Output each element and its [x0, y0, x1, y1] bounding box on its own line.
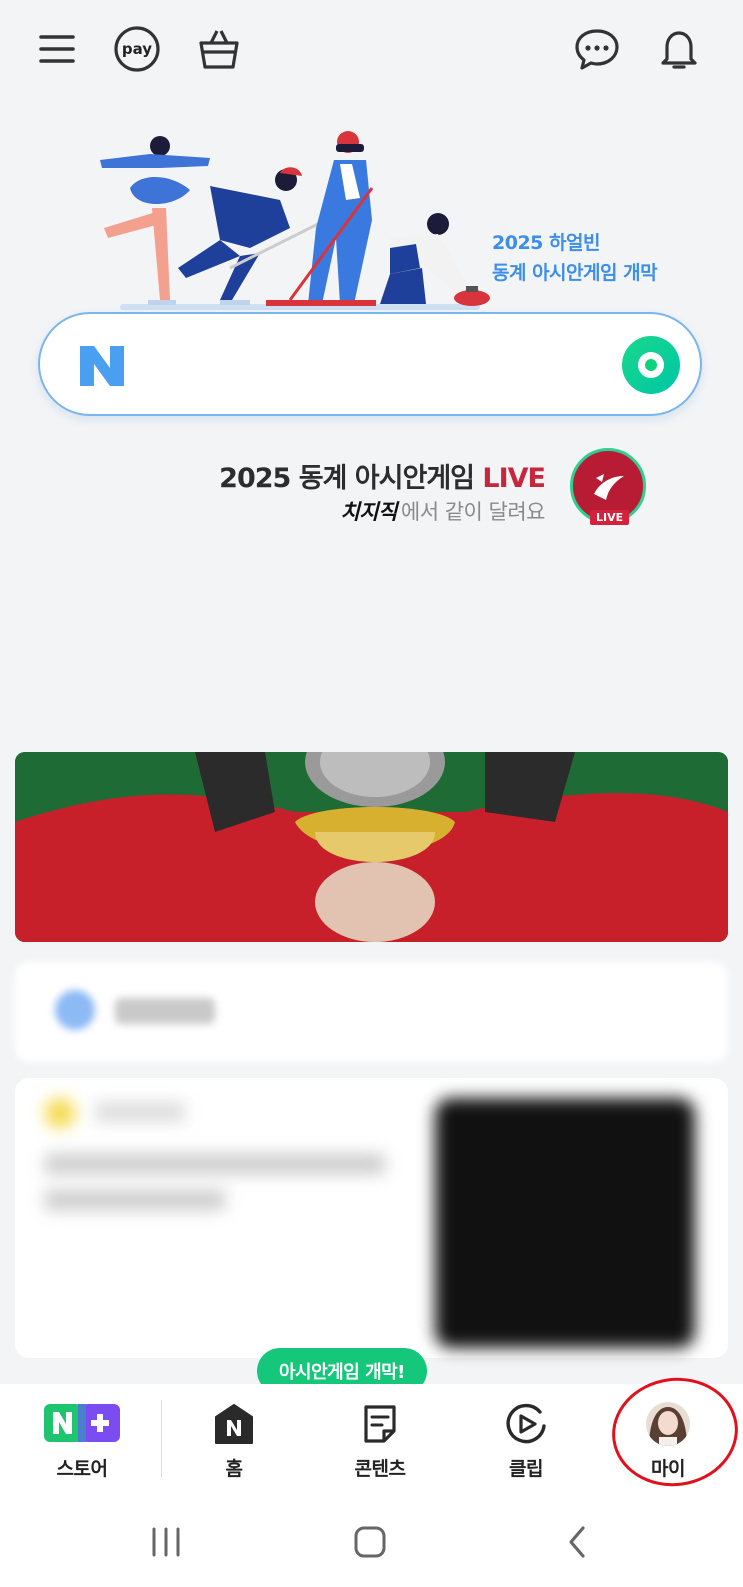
chat-bubble-icon[interactable] — [570, 22, 624, 76]
home-icon — [184, 1402, 284, 1446]
system-nav-bar — [0, 1494, 743, 1587]
promo-title: 2025 동계 아시안게임 LIVE — [219, 456, 546, 495]
chzzk-logo: 치지직 — [340, 500, 397, 524]
clip-play-icon — [476, 1402, 576, 1446]
contents-icon — [330, 1402, 430, 1446]
ad-banner-image[interactable] — [15, 752, 728, 942]
hamburger-menu-icon[interactable] — [30, 22, 84, 76]
nav-store[interactable]: 스토어 — [32, 1402, 132, 1481]
badge-live-label: LIVE — [590, 510, 630, 525]
search-input[interactable] — [150, 342, 610, 388]
promo-sub-text: 에서 같이 달려요 — [400, 500, 546, 524]
promo-subtitle: 치지직 에서 같이 달려요 — [340, 496, 545, 526]
nav-label-clip: 클립 — [509, 1458, 543, 1480]
hero-caption-line1: 2025 하얼빈 — [492, 232, 600, 254]
hero-illustration[interactable] — [90, 128, 510, 318]
top-bar: pay — [0, 0, 743, 100]
nav-label-contents: 콘텐츠 — [354, 1458, 406, 1480]
hero-caption[interactable]: 2025 하얼빈 동계 아시안게임 개막 — [492, 228, 658, 288]
blurred-card-1[interactable] — [15, 962, 728, 1062]
nav-label-store: 스토어 — [56, 1458, 108, 1480]
nav-clip[interactable]: 클립 — [476, 1402, 576, 1481]
naver-n-logo — [80, 346, 124, 386]
pay-button[interactable]: pay — [110, 22, 164, 76]
green-dot-icon[interactable] — [622, 336, 680, 394]
nav-label-home: 홈 — [225, 1458, 243, 1480]
back-chevron-icon[interactable] — [548, 1522, 608, 1562]
shopping-bag-icon[interactable] — [192, 22, 246, 76]
nav-home[interactable]: 홈 — [184, 1402, 284, 1481]
pay-label: pay — [121, 40, 153, 58]
nplus-store-icon — [32, 1402, 132, 1446]
bell-icon[interactable] — [652, 22, 706, 76]
recent-apps-icon[interactable] — [136, 1522, 196, 1562]
toast-label: 아시안게임 개막! — [279, 1362, 405, 1383]
promo-title-live: LIVE — [482, 463, 546, 494]
nav-contents[interactable]: 콘텐츠 — [330, 1402, 430, 1481]
hero-caption-line2: 동계 아시안게임 개막 — [492, 262, 658, 284]
nav-divider — [161, 1400, 162, 1478]
promo-title-main: 2025 동계 아시안게임 — [219, 463, 483, 494]
home-square-icon[interactable] — [340, 1522, 400, 1562]
blurred-card-2[interactable] — [15, 1078, 728, 1358]
search-box[interactable] — [38, 312, 702, 416]
